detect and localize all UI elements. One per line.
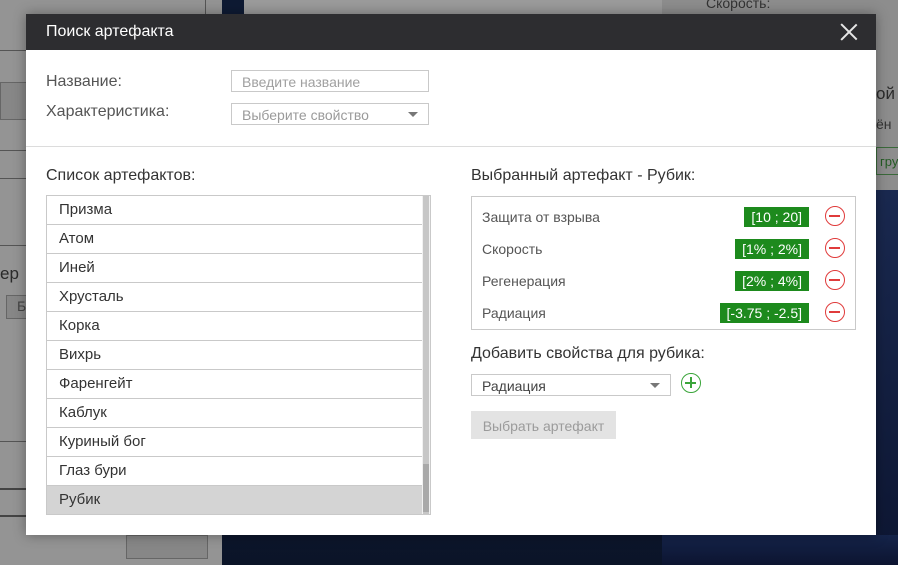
name-label: Название: [46, 73, 122, 90]
list-scrollbar[interactable] [422, 196, 430, 514]
artifact-list: Призма Атом Иней Хрусталь Корка Вихрь Фа… [46, 195, 431, 515]
add-property-icon[interactable] [681, 373, 701, 393]
background-text: Б [17, 298, 27, 314]
property-value-badge: [1% ; 2%] [735, 239, 809, 259]
background-text: ер [0, 264, 19, 283]
characteristic-label: Характеристика: [46, 103, 170, 120]
add-properties-title: Добавить свойства для рубика: [471, 345, 705, 362]
close-icon[interactable] [840, 23, 858, 41]
add-property-select-value: Радиация [482, 378, 546, 394]
background-text: Скорость: [706, 0, 771, 11]
remove-property-icon[interactable] [825, 302, 845, 322]
background-button: груз [876, 147, 898, 175]
property-value-badge: [10 ; 20] [744, 207, 809, 227]
chevron-down-icon [650, 383, 660, 388]
dialog-title: Поиск артефакта [46, 23, 174, 40]
remove-property-icon[interactable] [825, 206, 845, 226]
artifact-item[interactable]: Вихрь [47, 341, 422, 370]
dialog-header: Поиск артефакта [26, 14, 876, 50]
chevron-down-icon [408, 112, 418, 117]
property-value-badge: [2% ; 4%] [735, 271, 809, 291]
artifact-item-selected[interactable]: Рубик [47, 486, 422, 514]
property-name: Радиация [482, 305, 546, 321]
artifact-item[interactable]: Каблук [47, 399, 422, 428]
property-row: Защита от взрыва [10 ; 20] [472, 206, 855, 230]
artifact-item[interactable]: Фаренгейт [47, 370, 422, 399]
artifact-item[interactable]: Призма [47, 196, 422, 225]
background-text: ой [876, 84, 895, 103]
artifact-item[interactable]: Иней [47, 254, 422, 283]
artifact-item[interactable]: Хрусталь [47, 283, 422, 312]
section-divider [26, 146, 876, 147]
selected-artifact-title: Выбранный артефакт - Рубик: [471, 167, 696, 184]
property-row: Скорость [1% ; 2%] [472, 238, 855, 262]
characteristic-select-value: Выберите свойство [242, 107, 369, 123]
remove-property-icon[interactable] [825, 238, 845, 258]
choose-artifact-button[interactable]: Выбрать артефакт [471, 411, 616, 439]
add-property-select[interactable]: Радиация [471, 374, 671, 396]
characteristic-select[interactable]: Выберите свойство [231, 103, 429, 125]
artifact-item[interactable]: Корка [47, 312, 422, 341]
scrollbar-thumb[interactable] [423, 464, 429, 512]
artifact-search-dialog: Поиск артефакта Название: Характеристика… [26, 14, 876, 535]
property-name: Защита от взрыва [482, 209, 600, 225]
name-input[interactable] [242, 74, 418, 90]
background-text: ён [876, 116, 892, 132]
property-name: Скорость [482, 241, 543, 257]
properties-box: Защита от взрыва [10 ; 20] Скорость [1% … [471, 196, 856, 330]
artifact-item[interactable]: Атом [47, 225, 422, 254]
property-value-badge: [-3.75 ; -2.5] [719, 303, 809, 323]
remove-property-icon[interactable] [825, 270, 845, 290]
artifact-item[interactable]: Куриный бог [47, 428, 422, 457]
property-name: Регенерация [482, 273, 566, 289]
property-row: Регенерация [2% ; 4%] [472, 270, 855, 294]
artifact-item[interactable]: Глаз бури [47, 457, 422, 486]
name-input-wrapper [231, 70, 429, 92]
property-row: Радиация [-3.75 ; -2.5] [472, 302, 855, 326]
artifact-list-title: Список артефактов: [46, 167, 196, 184]
